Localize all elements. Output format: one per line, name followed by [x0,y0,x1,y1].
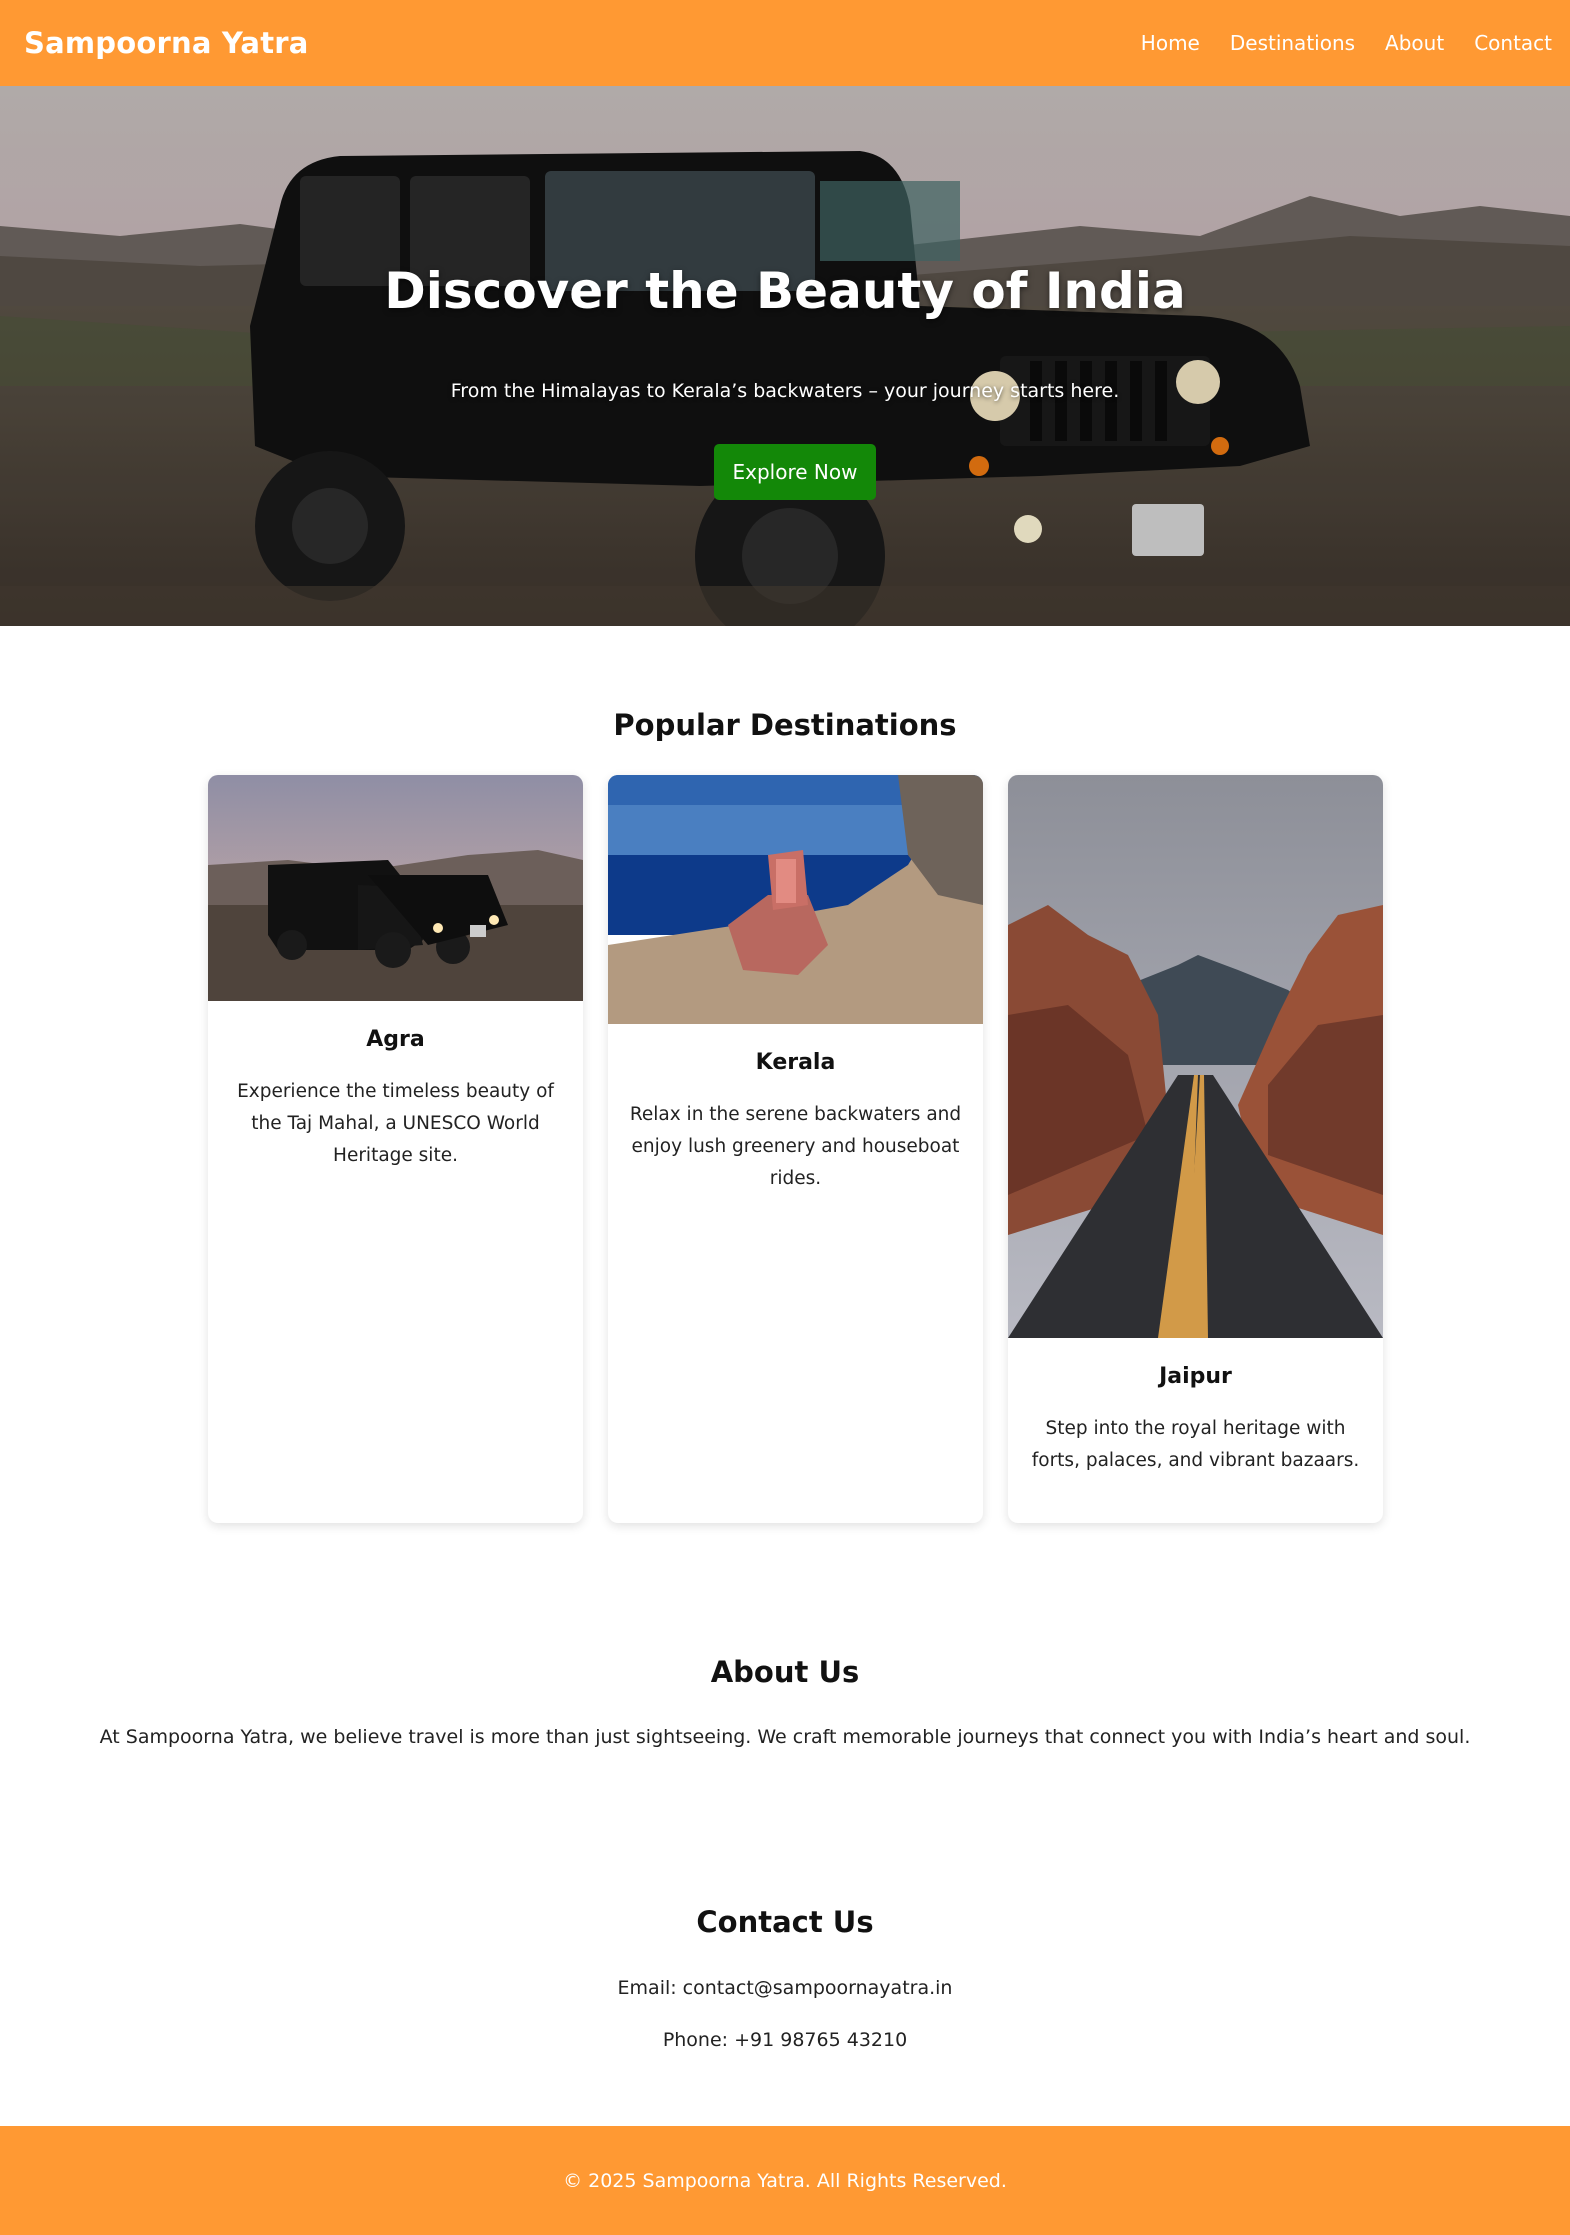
destination-card-agra[interactable]: Agra Experience the timeless beauty of t… [208,775,583,1523]
nav-destinations-link[interactable]: Destinations [1230,31,1355,55]
contact-email: Email: contact@sampoornayatra.in [617,1977,953,1999]
jaipur-image [1008,775,1383,1338]
destinations-title: Popular Destinations [613,708,957,742]
agra-image [208,775,583,1001]
about-title: About Us [710,1655,860,1689]
nav-about-link[interactable]: About [1385,31,1444,55]
contact-phone: Phone: +91 98765 43210 [662,2029,908,2051]
card-text-jaipur: Step into the royal heritage with forts,… [1031,1418,1360,1471]
card-text-kerala: Relax in the serene backwaters and enjoy… [629,1104,962,1189]
nav-menu: Home Destinations About Contact [1141,31,1552,55]
card-title-jaipur: Jaipur [1159,1364,1232,1389]
about-text: At Sampoorna Yatra, we believe travel is… [99,1726,1471,1748]
footer: © 2025 Sampoorna Yatra. All Rights Reser… [0,2126,1570,2235]
card-text-agra: Experience the timeless beauty of the Ta… [237,1081,554,1166]
hero-title: Discover the Beauty of India [384,262,1186,320]
footer-copyright: © 2025 Sampoorna Yatra. All Rights Reser… [563,2169,1007,2192]
explore-now-button[interactable]: Explore Now [714,444,876,500]
hero-content: Discover the Beauty of India From the Hi… [0,86,1570,626]
destination-card-kerala[interactable]: Kerala Relax in the serene backwaters an… [608,775,983,1523]
contact-title: Contact Us [696,1905,874,1939]
navbar: Sampoorna Yatra Home Destinations About … [0,0,1570,86]
hero-section: Discover the Beauty of India From the Hi… [0,86,1570,626]
destination-card-jaipur[interactable]: Jaipur Step into the royal heritage with… [1008,775,1383,1523]
brand-logo[interactable]: Sampoorna Yatra [24,26,309,60]
card-title-kerala: Kerala [755,1050,836,1075]
nav-home-link[interactable]: Home [1141,31,1200,55]
hero-subtitle: From the Himalayas to Kerala’s backwater… [450,380,1120,402]
nav-contact-link[interactable]: Contact [1474,31,1552,55]
card-title-agra: Agra [366,1027,425,1052]
kerala-image [608,775,983,1024]
